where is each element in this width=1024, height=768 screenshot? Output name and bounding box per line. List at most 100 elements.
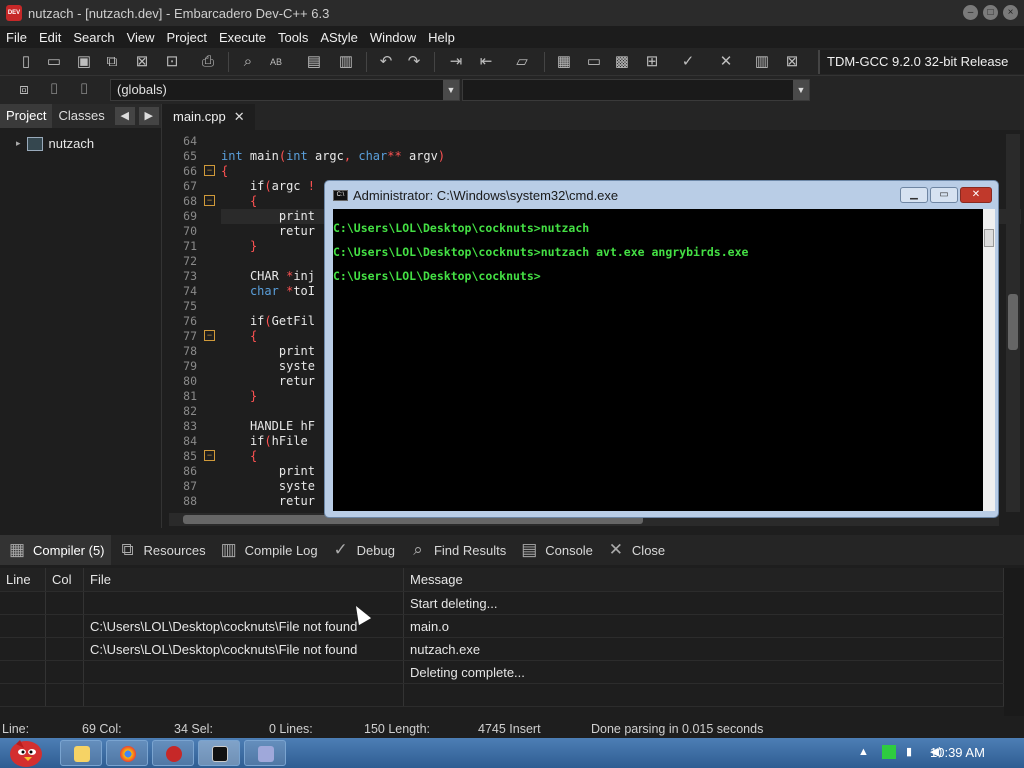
new-file-icon[interactable]: ▯: [14, 51, 38, 73]
save-all-icon[interactable]: ⧉: [100, 51, 124, 73]
column-header-col[interactable]: Col: [46, 568, 84, 591]
table-row[interactable]: C:\Users\LOL\Desktop\cocknuts\File not f…: [0, 615, 1004, 638]
menu-view[interactable]: View: [121, 30, 161, 45]
unindent-icon[interactable]: ⇤: [474, 51, 498, 73]
taskbar-devcpp[interactable]: [152, 740, 194, 766]
comment-icon[interactable]: ▱: [510, 51, 534, 73]
table-row[interactable]: [0, 684, 1004, 707]
rebuild-icon[interactable]: ⊞: [640, 51, 664, 73]
replace-icon[interactable]: AB AC: [264, 51, 288, 89]
function-select[interactable]: ▼: [462, 79, 810, 101]
clock[interactable]: 10:39 AM: [930, 738, 985, 768]
cmd-window[interactable]: C:\ Administrator: C:\Windows\system32\c…: [324, 180, 999, 518]
tab-classes[interactable]: Classes: [52, 104, 110, 128]
find-icon[interactable]: ⌕: [236, 51, 260, 73]
tab-main-cpp[interactable]: main.cpp ✕: [163, 104, 255, 130]
table-scrollbar[interactable]: [1004, 568, 1024, 716]
table-row[interactable]: C:\Users\LOL\Desktop\cocknuts\File not f…: [0, 638, 1004, 661]
chevron-right-icon[interactable]: ▶: [138, 107, 159, 125]
cmd-scrollbar[interactable]: [983, 209, 995, 511]
start-button[interactable]: [2, 736, 50, 768]
menu-search[interactable]: Search: [67, 30, 120, 45]
stop-icon[interactable]: ✕: [714, 51, 738, 73]
tab-find-results[interactable]: ⌕ Find Results: [401, 535, 512, 565]
tab-compile-log[interactable]: ▥ Compile Log: [212, 535, 324, 565]
fold-icon[interactable]: −: [204, 450, 215, 461]
close-window-button[interactable]: ×: [1003, 5, 1018, 20]
menu-window[interactable]: Window: [364, 30, 422, 45]
chevron-left-icon[interactable]: ◀: [114, 107, 135, 125]
cell-line: [0, 592, 46, 614]
project-icon: [26, 136, 43, 151]
taskbar-cmd[interactable]: [198, 740, 240, 766]
indent-icon[interactable]: ⇥: [444, 51, 468, 73]
goto-bookmark-icon[interactable]: ⌷: [72, 79, 96, 101]
profile-icon[interactable]: ▥: [750, 51, 774, 73]
open-file-icon[interactable]: ▭: [42, 51, 66, 73]
cmd-title-bar[interactable]: C:\ Administrator: C:\Windows\system32\c…: [325, 181, 998, 209]
battery-icon[interactable]: [882, 745, 896, 759]
goto-line-icon[interactable]: ▤: [302, 51, 326, 73]
tab-close[interactable]: ✕ Close: [599, 535, 671, 565]
show-hidden-icon[interactable]: ▲: [858, 745, 872, 759]
menu-execute[interactable]: Execute: [213, 30, 272, 45]
cell-line: [0, 615, 46, 637]
cmd-minimize-button[interactable]: ▁: [900, 187, 928, 203]
fold-icon[interactable]: −: [204, 195, 215, 206]
maximize-button[interactable]: □: [983, 5, 998, 20]
chevron-down-icon[interactable]: ▼: [443, 80, 459, 100]
project-tree-item[interactable]: ▸ nutzach: [0, 128, 161, 151]
taskbar-chrome[interactable]: [106, 740, 148, 766]
print-icon[interactable]: ⎙: [196, 51, 220, 73]
tab-console[interactable]: ▤ Console: [512, 535, 599, 565]
compile-run-icon[interactable]: ▩: [610, 51, 634, 73]
editor-vertical-scrollbar[interactable]: [1006, 134, 1020, 512]
close-tab-icon[interactable]: ✕: [234, 109, 245, 124]
tab-project[interactable]: Project: [0, 104, 53, 128]
network-icon[interactable]: ▮: [906, 745, 920, 759]
close-file-icon[interactable]: ⊠: [130, 51, 154, 73]
code-line[interactable]: int main(int argc, char** argv): [221, 149, 1021, 164]
compile-icon[interactable]: ▦: [552, 51, 576, 73]
taskbar-explorer[interactable]: [60, 740, 102, 766]
cmd-console[interactable]: C:\Users\LOL\Desktop\cocknuts>nutzach C:…: [333, 209, 983, 511]
tab-resources[interactable]: ⧉ Resources: [111, 535, 212, 565]
table-row[interactable]: Deleting complete...: [0, 661, 1004, 684]
column-header-file[interactable]: File: [84, 568, 404, 591]
tab-compiler[interactable]: ▦ Compiler (5): [0, 535, 111, 565]
redo-icon[interactable]: ↷: [402, 51, 426, 73]
code-line[interactable]: {: [221, 164, 1021, 179]
run-icon[interactable]: ▭: [582, 51, 606, 73]
insert-icon[interactable]: ⧈: [12, 79, 36, 101]
menu-tools[interactable]: Tools: [272, 30, 314, 45]
code-line[interactable]: [221, 134, 1021, 149]
table-row[interactable]: Start deleting...: [0, 592, 1004, 615]
cmd-maximize-button[interactable]: ▭: [930, 187, 958, 203]
delete-profile-icon[interactable]: ⊠: [780, 51, 804, 73]
bookmark-toggle-icon[interactable]: ▥: [334, 51, 358, 73]
menu-edit[interactable]: Edit: [33, 30, 67, 45]
column-header-message[interactable]: Message: [404, 568, 1004, 591]
menu-help[interactable]: Help: [422, 30, 461, 45]
cmd-icon: C:\: [333, 189, 348, 201]
save-icon[interactable]: ▣: [72, 51, 96, 73]
menu-file[interactable]: File: [0, 30, 33, 45]
fold-icon[interactable]: −: [204, 330, 215, 341]
expand-icon[interactable]: ▸: [16, 138, 21, 149]
compiler-select[interactable]: TDM-GCC 9.2.0 32-bit Release: [818, 50, 1024, 74]
taskbar-app[interactable]: [244, 740, 286, 766]
chevron-down-icon[interactable]: ▼: [793, 80, 809, 100]
column-header-line[interactable]: Line: [0, 568, 46, 591]
menu-astyle[interactable]: AStyle: [314, 30, 364, 45]
tab-debug[interactable]: ✓ Debug: [324, 535, 401, 565]
minimize-button[interactable]: –: [963, 5, 978, 20]
status-line-value: 69 Col:: [82, 722, 122, 736]
check-icon[interactable]: ✓: [676, 51, 700, 73]
close-all-icon[interactable]: ⊡: [160, 51, 184, 73]
cmd-close-button[interactable]: ✕: [960, 187, 992, 203]
undo-icon[interactable]: ↶: [374, 51, 398, 73]
menu-project[interactable]: Project: [161, 30, 213, 45]
scope-select[interactable]: (globals) ▼: [110, 79, 460, 101]
toggle-bookmark-icon[interactable]: ⌷: [42, 79, 66, 101]
fold-icon[interactable]: −: [204, 165, 215, 176]
